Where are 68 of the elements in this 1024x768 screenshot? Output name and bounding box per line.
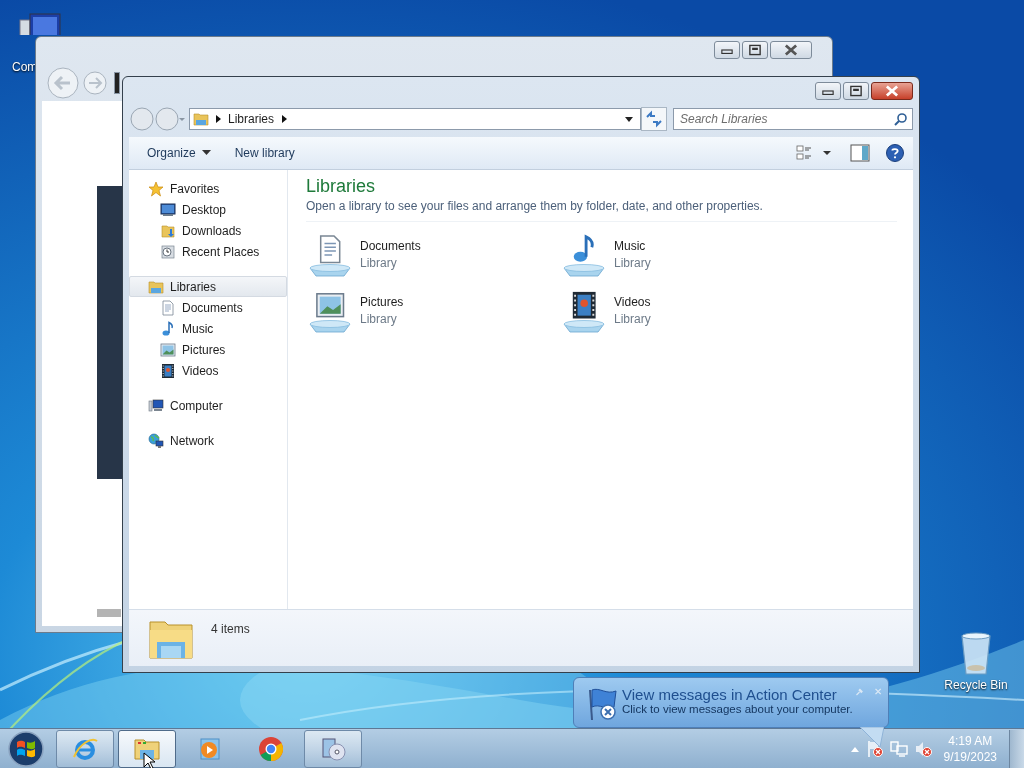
monitor-icon — [160, 201, 176, 218]
globe-monitor-icon — [148, 432, 164, 449]
document-icon — [160, 299, 176, 316]
search-icon[interactable] — [894, 112, 908, 126]
close-button[interactable] — [871, 82, 913, 100]
folder-icon — [148, 278, 164, 295]
balloon-pointer — [860, 727, 884, 747]
navigation-item[interactable]: Music — [129, 318, 287, 339]
clock-folder-icon — [160, 243, 176, 260]
notification-title: View messages in Action Center — [622, 686, 838, 703]
library-type: Library — [360, 255, 398, 270]
music-note-icon — [160, 320, 176, 337]
taskbar-button[interactable] — [304, 729, 362, 768]
notification-text: Click to view messages about your computer. — [622, 703, 853, 715]
mouse-pointer — [143, 752, 155, 768]
item-count: 4 items — [211, 622, 250, 636]
breadcrumb[interactable]: Libraries — [228, 112, 275, 126]
flag-error-icon[interactable] — [865, 739, 884, 758]
refresh-button[interactable] — [641, 107, 667, 131]
library-name[interactable]: Documents — [360, 238, 421, 253]
minimize-button[interactable] — [714, 41, 740, 59]
minimize-button[interactable] — [815, 82, 841, 100]
page-heading: Libraries — [306, 176, 377, 197]
folder-icon — [192, 111, 210, 127]
organize-menu-button[interactable]: Organize — [139, 142, 219, 164]
taskbar-button[interactable] — [118, 729, 176, 768]
library-name[interactable]: Music — [614, 238, 651, 253]
maximize-button[interactable] — [843, 82, 869, 100]
maximize-button[interactable] — [742, 41, 768, 59]
navigation-item[interactable]: Computer — [129, 395, 287, 416]
library-type: Library — [614, 311, 651, 326]
preview-pane-button[interactable] — [849, 143, 871, 163]
navigation-item[interactable]: Downloads — [129, 220, 287, 241]
picture-frame-icon — [160, 341, 176, 358]
start-button[interactable] — [6, 728, 46, 768]
navigation-item[interactable]: Pictures — [129, 339, 287, 360]
library-name[interactable]: Pictures — [360, 294, 404, 309]
library-type: Library — [360, 311, 398, 326]
navigation-item[interactable]: Network — [129, 430, 287, 451]
help-icon[interactable] — [885, 143, 905, 163]
chevron-icon[interactable] — [214, 114, 222, 124]
address-bar[interactable]: Libraries — [189, 108, 641, 130]
dropdown-icon[interactable] — [624, 115, 634, 123]
navigation-item[interactable]: Libraries — [129, 276, 287, 297]
computer-icon — [148, 397, 164, 414]
date-text: 9/19/2023 — [943, 749, 997, 764]
star-icon — [148, 180, 164, 197]
folder-icon — [160, 222, 176, 239]
search-field[interactable]: Search Libraries — [673, 108, 913, 130]
show-desktop-button[interactable] — [1009, 729, 1024, 768]
library-type: Library — [614, 255, 651, 270]
caret-icon — [201, 150, 211, 156]
browser-icon — [257, 734, 285, 763]
search-input[interactable]: Search Libraries — [680, 109, 894, 129]
navigation-item[interactable]: Videos — [129, 360, 287, 381]
film-strip-icon — [160, 362, 176, 379]
toolbar-button[interactable]: New library — [226, 142, 303, 164]
taskbar-button[interactable] — [56, 729, 114, 768]
navigation-item[interactable]: Favorites — [129, 178, 287, 199]
navigation-item[interactable]: Desktop — [129, 199, 287, 220]
time-text: 4:19 AM — [948, 733, 993, 748]
description-text: Open a library to see your files and arrange them by folder, date, and other properties. — [306, 199, 897, 222]
navigation-item[interactable]: Documents — [129, 297, 287, 318]
library-name[interactable]: Videos — [614, 294, 651, 309]
chevron-icon[interactable] — [280, 114, 289, 124]
close-button[interactable] — [770, 41, 812, 59]
scrollbar — [97, 609, 121, 617]
navigation-item[interactable]: Recent Places — [129, 241, 287, 262]
